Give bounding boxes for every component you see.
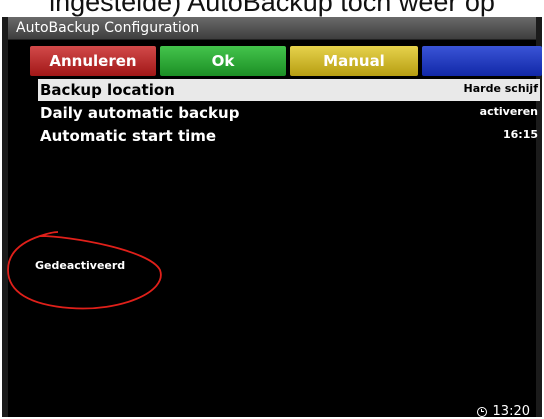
window-titlebar: AutoBackup Configuration <box>8 17 536 40</box>
setting-value: activeren <box>479 105 538 118</box>
clock: 13:20 <box>476 404 530 419</box>
clock-icon <box>476 406 487 417</box>
blue-button[interactable] <box>422 46 542 76</box>
setting-label: Daily automatic backup <box>40 104 240 122</box>
setting-label: Automatic start time <box>40 127 217 145</box>
forum-caption: ingestelde) AutoBackup toch weer op <box>49 0 495 17</box>
tv-screen: AutoBackup Configuration Annuleren Ok Ma… <box>2 17 542 417</box>
setting-value: Harde schijf <box>463 82 538 95</box>
setting-automatic-start-time[interactable]: Automatic start time 16:15 <box>38 125 540 147</box>
setting-backup-location[interactable]: Backup location Harde schijf <box>38 79 540 101</box>
setting-daily-automatic-backup[interactable]: Daily automatic backup activeren <box>38 102 540 124</box>
manual-button[interactable]: Manual <box>290 46 418 76</box>
setting-label: Backup location <box>40 81 175 99</box>
ok-button[interactable]: Ok <box>160 46 286 76</box>
status-text: Gedeactiveerd <box>35 259 126 272</box>
window-title: AutoBackup Configuration <box>16 20 200 36</box>
clock-time: 13:20 <box>492 404 530 419</box>
setting-value: 16:15 <box>502 128 538 141</box>
cancel-button[interactable]: Annuleren <box>30 46 156 76</box>
